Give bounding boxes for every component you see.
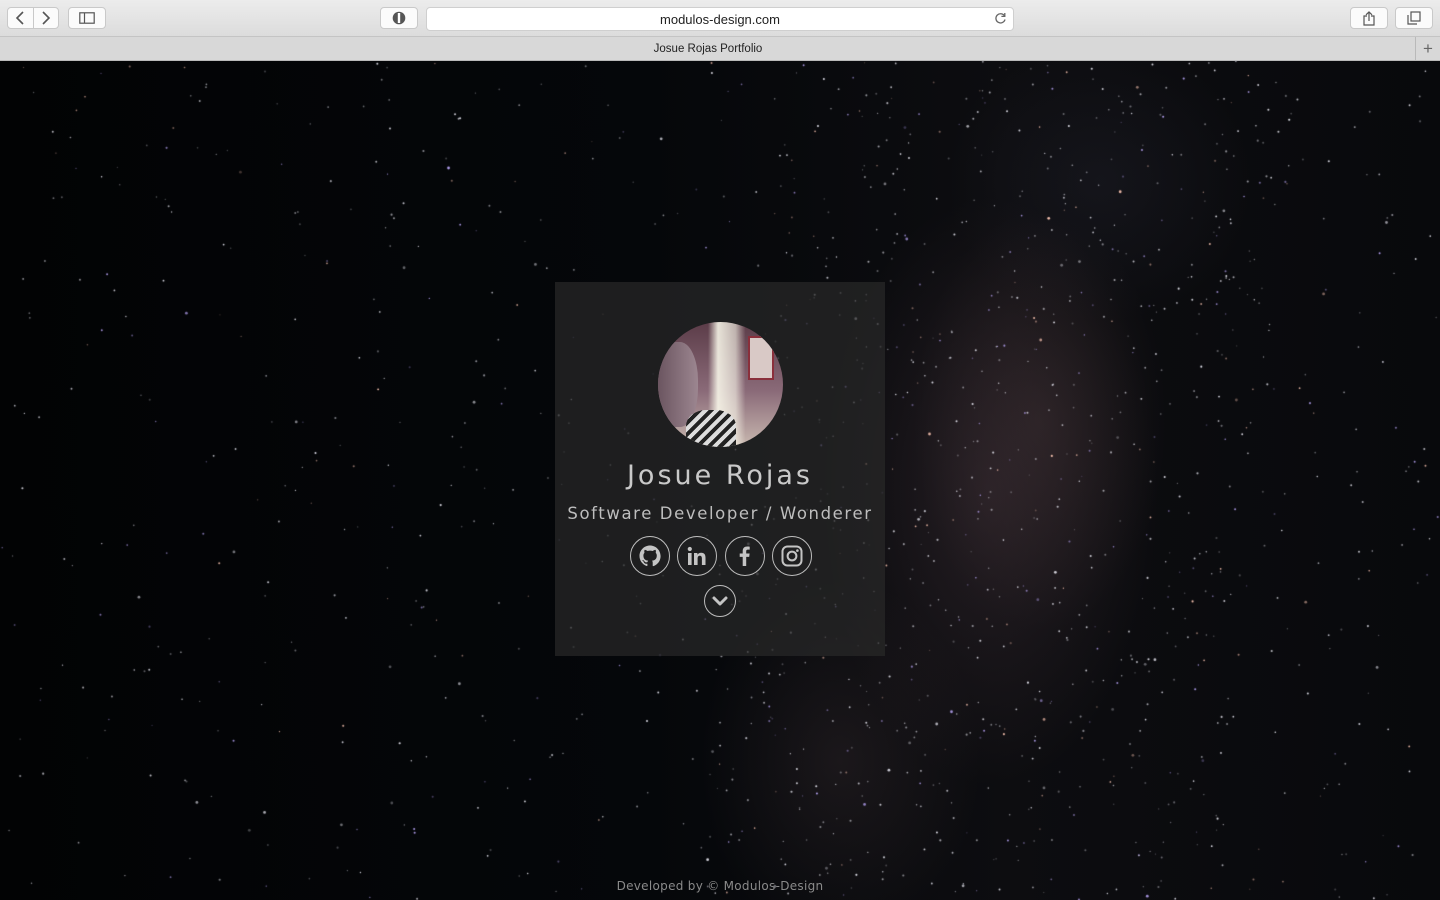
github-link[interactable] — [630, 536, 670, 576]
instagram-link[interactable] — [771, 536, 812, 576]
reload-button[interactable] — [994, 12, 1007, 28]
chevron-right-icon — [42, 11, 50, 25]
facebook-icon — [739, 546, 750, 566]
profile-subtitle: Software Developer / Wonderer — [567, 504, 873, 523]
facebook-link[interactable] — [724, 536, 765, 576]
tab-title-text: Josue Rojas Portfolio — [653, 42, 763, 55]
linkedin-icon — [688, 546, 706, 565]
history-nav — [7, 7, 59, 29]
github-icon — [639, 545, 661, 567]
shield-icon — [392, 11, 406, 25]
sidebar-icon — [79, 12, 95, 24]
tabs-icon — [1407, 11, 1421, 25]
forward-button[interactable] — [34, 8, 59, 28]
page-viewport: Josue Rojas Software Developer / Wondere… — [0, 61, 1440, 900]
linkedin-link[interactable] — [677, 536, 718, 576]
share-icon — [1363, 10, 1375, 26]
new-tab-button[interactable]: + — [1415, 37, 1440, 60]
privacy-button[interactable] — [380, 7, 418, 29]
browser-toolbar: modulos-design.com — [0, 0, 1440, 37]
tab-bar: Josue Rojas Portfolio + — [0, 37, 1440, 61]
instagram-icon — [781, 545, 803, 567]
sidebar-toggle-button[interactable] — [68, 7, 106, 29]
profile-name: Josue Rojas — [626, 460, 814, 491]
footer-credit: Developed by © Modulos-Design — [616, 879, 824, 893]
tabs-overview-button[interactable] — [1395, 7, 1433, 29]
scroll-down-button[interactable] — [704, 585, 736, 617]
plus-icon: + — [1423, 38, 1433, 58]
profile-card: Josue Rojas Software Developer / Wondere… — [555, 282, 885, 656]
back-button[interactable] — [8, 8, 34, 28]
avatar — [658, 322, 783, 447]
reload-icon — [995, 13, 1006, 24]
address-bar[interactable]: modulos-design.com — [426, 7, 1014, 31]
social-links — [630, 536, 812, 578]
active-tab[interactable]: Josue Rojas Portfolio — [0, 37, 1416, 60]
chevron-down-icon — [712, 596, 728, 606]
url-text: modulos-design.com — [660, 11, 780, 27]
chevron-left-icon — [16, 11, 24, 25]
share-button[interactable] — [1350, 7, 1388, 29]
